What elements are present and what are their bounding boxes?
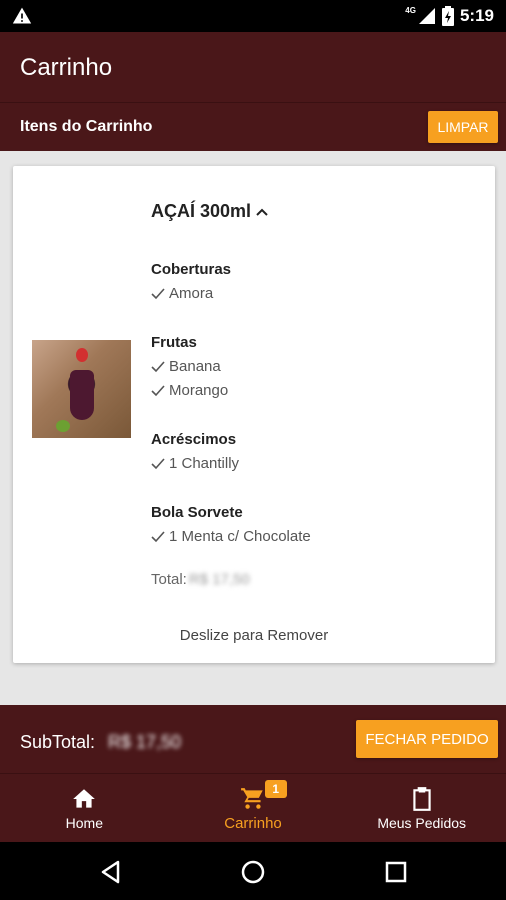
product-name: AÇAÍ 300ml [151, 201, 252, 221]
checkout-button[interactable]: FECHAR PEDIDO [356, 720, 498, 758]
clock: 5:19 [459, 6, 494, 25]
system-nav-bar [0, 842, 506, 900]
option-group: Bola Sorvete 1 Menta c/ Chocolate [151, 501, 311, 549]
option-item: Banana [151, 355, 228, 379]
nav-item-home[interactable]: Home [0, 774, 169, 842]
cart-count-badge: 1 [264, 780, 287, 798]
subtotal-label: SubTotal: [20, 732, 96, 752]
option-label: 1 Chantilly [169, 455, 240, 472]
product-name-toggle[interactable]: AÇAÍ 300ml [151, 201, 269, 222]
option-item: Morango [151, 379, 228, 403]
chevron-up-icon [256, 208, 268, 216]
group-title: Acréscimos [151, 431, 237, 448]
option-label: 1 Menta c/ Chocolate [169, 528, 311, 545]
product-image [32, 340, 131, 438]
check-icon [151, 385, 165, 397]
nav-label: Home [65, 815, 104, 831]
status-bar: 4G 5:19 [0, 0, 506, 32]
signal-icon [418, 8, 435, 24]
nav-label: Carrinho [224, 815, 282, 832]
cart-item-card[interactable]: AÇAÍ 300ml Coberturas Amora Frutas Banan… [13, 166, 495, 663]
group-title: Bola Sorvete [151, 504, 243, 521]
subtotal-value: R$ 17,50 [108, 732, 182, 752]
nav-label: Meus Pedidos [377, 815, 467, 831]
option-group: Coberturas Amora [151, 258, 231, 306]
check-icon [151, 458, 165, 470]
check-icon [151, 361, 165, 373]
swipe-hint: Deslize para Remover [179, 627, 329, 644]
total-label: Total: [151, 571, 187, 588]
option-label: Banana [169, 358, 221, 375]
option-item: Amora [151, 282, 231, 306]
recents-icon[interactable] [383, 859, 409, 885]
back-icon[interactable] [98, 859, 124, 885]
page-title: Carrinho [20, 54, 113, 81]
option-item: 1 Chantilly [151, 452, 239, 476]
bottom-nav: Home 1 Carrinho Meus Pedidos [0, 773, 506, 842]
cart-icon [241, 788, 263, 809]
option-item: 1 Menta c/ Chocolate [151, 525, 311, 549]
clipboard-icon [413, 787, 431, 811]
check-icon [151, 288, 165, 300]
nav-item-cart[interactable]: 1 Carrinho [169, 774, 338, 842]
cart-header-title: Itens do Carrinho [20, 118, 153, 135]
total-value: R$ 17,50 [188, 571, 250, 588]
option-group: Frutas Banana Morango [151, 331, 228, 403]
option-label: Amora [169, 285, 214, 302]
home-icon [73, 789, 96, 808]
clear-cart-button[interactable]: LIMPAR [428, 111, 498, 143]
nav-item-orders[interactable]: Meus Pedidos [337, 774, 506, 842]
subtotal-bar: SubTotal: R$ 17,50 FECHAR PEDIDO [0, 705, 506, 773]
app-bar: Carrinho [0, 32, 506, 102]
item-total: Total: R$ 17,50 [151, 571, 250, 588]
warning-icon [12, 7, 32, 24]
group-title: Frutas [151, 334, 197, 351]
group-title: Coberturas [151, 261, 232, 278]
network-type: 4G [405, 5, 416, 15]
check-icon [151, 531, 165, 543]
battery-icon [441, 6, 454, 26]
home-circle-icon[interactable] [240, 859, 266, 885]
cart-header: Itens do Carrinho LIMPAR [0, 102, 506, 151]
option-label: Morango [169, 382, 229, 399]
option-group: Acréscimos 1 Chantilly [151, 428, 239, 476]
